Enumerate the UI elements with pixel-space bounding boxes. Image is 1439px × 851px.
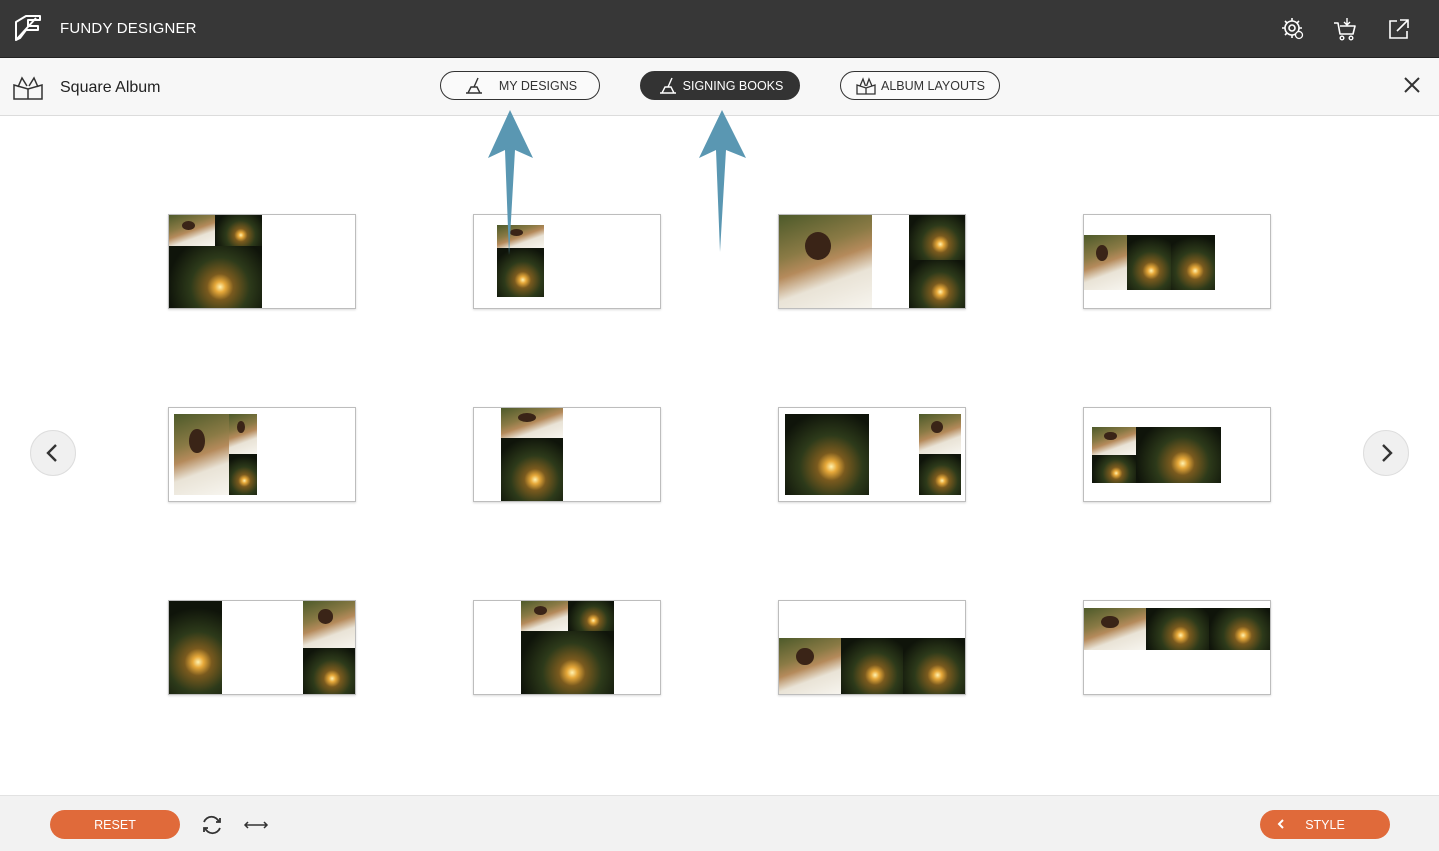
photo-placeholder — [1171, 235, 1215, 290]
design-thumbnail[interactable] — [168, 214, 356, 309]
album-layout-icon — [856, 76, 876, 95]
tab-my-designs[interactable]: MY DESIGNS — [440, 71, 600, 100]
photo-placeholder — [229, 414, 257, 454]
sub-bar: Square Album MY DESIGNS SIGNING BOOKS AL… — [0, 58, 1439, 116]
signing-pen-icon — [659, 77, 676, 94]
photo-placeholder — [215, 215, 262, 246]
fundy-logo-icon — [15, 15, 41, 41]
photo-placeholder — [303, 601, 355, 648]
photo-placeholder — [785, 414, 869, 495]
photo-placeholder — [501, 438, 563, 501]
design-thumbnail[interactable] — [168, 407, 356, 502]
photo-placeholder — [169, 601, 222, 694]
photo-placeholder — [1136, 427, 1221, 483]
photo-placeholder — [1092, 455, 1136, 483]
design-thumbnail[interactable] — [778, 407, 966, 502]
annotation-arrow-signing-books — [699, 110, 746, 252]
design-thumbnail[interactable] — [1083, 214, 1271, 309]
photo-placeholder — [1209, 608, 1270, 650]
photo-placeholder — [169, 246, 262, 308]
album-title: Square Album — [60, 79, 161, 96]
photo-placeholder — [1127, 235, 1171, 290]
design-thumbnail[interactable] — [168, 600, 356, 695]
photo-placeholder — [521, 601, 568, 631]
external-link-icon[interactable] — [1386, 16, 1412, 42]
design-thumbnail[interactable] — [473, 600, 661, 695]
next-page-button[interactable] — [1363, 430, 1409, 476]
design-thumbnail[interactable] — [778, 214, 966, 309]
photo-placeholder — [1146, 608, 1209, 650]
tab-album-layouts-label: ALBUM LAYOUTS — [881, 78, 985, 93]
design-thumbnail[interactable] — [473, 214, 661, 309]
tab-signing-books-label: SIGNING BOOKS — [682, 78, 784, 93]
cart-icon[interactable] — [1332, 16, 1358, 42]
photo-placeholder — [497, 225, 544, 248]
swap-horizontal-icon[interactable] — [243, 813, 269, 837]
pen-drawing-icon — [465, 77, 482, 94]
photo-placeholder — [303, 648, 355, 694]
style-button[interactable]: STYLE — [1260, 810, 1390, 839]
photo-placeholder — [229, 454, 257, 495]
photo-placeholder — [919, 454, 961, 495]
chevron-left-icon — [1277, 819, 1284, 829]
photo-placeholder — [497, 248, 544, 297]
design-thumbnail[interactable] — [1083, 407, 1271, 502]
style-button-label: STYLE — [1305, 817, 1345, 832]
design-thumbnail[interactable] — [1083, 600, 1271, 695]
photo-placeholder — [919, 414, 961, 454]
chevron-right-icon — [1382, 444, 1393, 462]
reset-button[interactable]: RESET — [50, 810, 180, 839]
photo-placeholder — [169, 215, 215, 246]
photo-placeholder — [174, 414, 229, 495]
photo-placeholder — [1084, 235, 1127, 290]
photo-placeholder — [779, 215, 872, 308]
photo-placeholder — [501, 408, 563, 438]
tab-my-designs-label: MY DESIGNS — [498, 78, 578, 93]
app-window: FUNDY DESIGNER Square Album MY DESIGNS S… — [0, 0, 1439, 851]
refresh-icon[interactable] — [199, 813, 225, 837]
photo-placeholder — [521, 631, 614, 694]
chevron-left-icon — [46, 444, 57, 462]
design-thumbnail[interactable] — [778, 600, 966, 695]
top-bar: FUNDY DESIGNER — [0, 0, 1439, 58]
photo-placeholder — [909, 215, 965, 260]
tab-album-layouts[interactable]: ALBUM LAYOUTS — [840, 71, 1000, 100]
album-book-icon — [13, 76, 43, 100]
photo-placeholder — [779, 638, 841, 694]
photo-placeholder — [1092, 427, 1136, 455]
previous-page-button[interactable] — [30, 430, 76, 476]
photo-placeholder — [568, 601, 614, 631]
photo-placeholder — [1084, 608, 1146, 650]
photo-placeholder — [903, 638, 965, 694]
photo-placeholder — [909, 260, 965, 308]
close-icon[interactable] — [1400, 73, 1424, 97]
tab-signing-books[interactable]: SIGNING BOOKS — [640, 71, 800, 100]
bottom-bar: RESET STYLE — [0, 795, 1439, 851]
settings-gear-icon[interactable] — [1280, 16, 1306, 42]
photo-placeholder — [841, 638, 903, 694]
app-title: FUNDY DESIGNER — [60, 20, 197, 37]
design-thumbnail[interactable] — [473, 407, 661, 502]
